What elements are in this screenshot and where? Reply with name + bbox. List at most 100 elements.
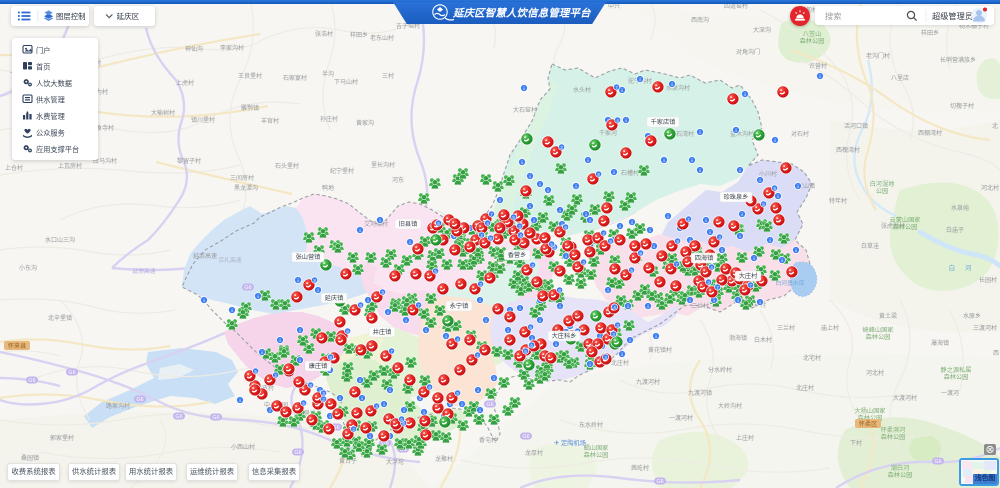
svg-text:桑园镇: 桑园镇 xyxy=(21,454,39,462)
svg-text:艾河浦村: 艾河浦村 xyxy=(364,220,388,228)
svg-text:上庄村: 上庄村 xyxy=(736,434,754,442)
svg-text:白 河: 白 河 xyxy=(949,263,976,272)
svg-text:G6: G6 xyxy=(522,434,529,440)
svg-text:神仙沟: 神仙沟 xyxy=(185,45,203,53)
svg-text:供水管理: 供水管理 xyxy=(36,96,65,105)
svg-text:黄家沟: 黄家沟 xyxy=(356,119,374,127)
svg-text:北辛堡镇: 北辛堡镇 xyxy=(48,314,72,322)
svg-text:旧县镇: 旧县镇 xyxy=(399,220,418,228)
svg-text:蝎山国家: 蝎山国家 xyxy=(584,444,609,452)
svg-text:首页: 首页 xyxy=(36,63,50,72)
svg-text:西棚湾村: 西棚湾村 xyxy=(918,129,942,137)
svg-text:G6: G6 xyxy=(175,414,182,420)
svg-text:井庄镇: 井庄镇 xyxy=(373,328,392,336)
svg-text:四海镇: 四海镇 xyxy=(695,254,714,262)
svg-text:水口山三沟: 水口山三沟 xyxy=(45,236,75,244)
svg-text:石头堡村: 石头堡村 xyxy=(275,162,299,170)
svg-text:上虎村: 上虎村 xyxy=(176,79,194,87)
svg-text:水原乡: 水原乡 xyxy=(963,312,981,320)
svg-text:北: 北 xyxy=(992,122,998,130)
svg-text:半沟: 半沟 xyxy=(322,70,334,78)
svg-text:白庙子: 白庙子 xyxy=(946,226,964,234)
svg-text:京礼高速: 京礼高速 xyxy=(218,256,241,264)
svg-text:公园: 公园 xyxy=(876,188,888,195)
svg-text:三渡河村: 三渡河村 xyxy=(973,324,997,332)
svg-text:G6: G6 xyxy=(136,397,143,403)
svg-text:张浩村: 张浩村 xyxy=(315,30,333,38)
svg-text:李家沟村: 李家沟村 xyxy=(220,44,244,52)
svg-text:里长沟村: 里长沟村 xyxy=(371,161,395,169)
svg-text:八里店: 八里店 xyxy=(891,74,909,82)
svg-text:大石窑村: 大石窑村 xyxy=(513,106,537,114)
svg-text:水头村: 水头村 xyxy=(573,86,591,94)
svg-text:分水岭村: 分水岭村 xyxy=(708,366,732,374)
svg-text:珍珠泉乡: 珍珠泉乡 xyxy=(724,193,749,201)
svg-text:庙上村: 庙上村 xyxy=(821,324,839,332)
svg-text:九渡河村: 九渡河村 xyxy=(636,378,660,386)
svg-text:搜索: 搜索 xyxy=(825,11,841,21)
svg-text:G6: G6 xyxy=(28,378,35,384)
svg-text:路家沟村: 路家沟村 xyxy=(106,402,130,410)
svg-text:森林公园: 森林公园 xyxy=(881,433,906,441)
svg-text:河北村: 河北村 xyxy=(981,184,999,192)
svg-text:石家宴村: 石家宴村 xyxy=(283,74,307,82)
svg-text:森林公园: 森林公园 xyxy=(888,471,913,479)
svg-text:怀柔区: 怀柔区 xyxy=(859,420,878,428)
svg-text:北宅村: 北宅村 xyxy=(803,354,821,362)
svg-text:延崇高速: 延崇高速 xyxy=(193,252,217,260)
svg-text:纪宁堡村: 纪宁堡村 xyxy=(330,167,354,175)
svg-text:下村: 下村 xyxy=(850,439,862,447)
svg-text:白草洼: 白草洼 xyxy=(861,242,879,250)
svg-text:东水岭村: 东水岭村 xyxy=(579,421,603,429)
svg-text:森林公园: 森林公园 xyxy=(866,333,891,341)
svg-text:G6: G6 xyxy=(212,415,219,421)
svg-text:怀来县: 怀来县 xyxy=(8,342,27,350)
svg-text:黎留子村: 黎留子村 xyxy=(177,157,201,165)
svg-text:永宁镇: 永宁镇 xyxy=(450,302,469,310)
svg-text:北庄村: 北庄村 xyxy=(796,384,814,392)
svg-text:老沟门村: 老沟门村 xyxy=(866,52,890,60)
svg-text:水泉峪: 水泉峪 xyxy=(951,204,969,212)
svg-text:公众服务: 公众服务 xyxy=(36,129,65,138)
svg-text:水费管理: 水费管理 xyxy=(36,112,65,121)
svg-text:切槐子村: 切槐子村 xyxy=(950,102,974,110)
svg-text:样田乡: 样田乡 xyxy=(350,31,368,39)
svg-text:小西山村: 小西山村 xyxy=(231,443,255,451)
svg-text:延庆区智慧人饮信息管理平台: 延庆区智慧人饮信息管理平台 xyxy=(452,7,591,20)
svg-text:西槐湾村: 西槐湾村 xyxy=(836,146,860,154)
svg-text:大庄科乡: 大庄科乡 xyxy=(552,332,577,340)
svg-text:云蒙山国家: 云蒙山国家 xyxy=(890,216,921,224)
svg-text:✈ 定陶机场: ✈ 定陶机场 xyxy=(554,438,586,447)
svg-text:千家店镇: 千家店镇 xyxy=(651,118,676,126)
svg-text:门户: 门户 xyxy=(36,46,50,55)
svg-text:崎峰山国家: 崎峰山国家 xyxy=(863,326,894,334)
svg-text:渤海镇: 渤海镇 xyxy=(729,334,747,342)
svg-text:小东沟: 小东沟 xyxy=(19,264,37,272)
svg-text:人饮大数据: 人饮大数据 xyxy=(36,79,72,88)
svg-text:郭家堡村: 郭家堡村 xyxy=(50,434,74,442)
svg-text:香屯村: 香屯村 xyxy=(479,436,497,444)
svg-text:西: 西 xyxy=(993,350,999,357)
svg-text:怀柔滨河: 怀柔滨河 xyxy=(881,426,906,434)
svg-text:静之源私属: 静之源私属 xyxy=(941,366,972,374)
svg-text:应用支撑平台: 应用支撑平台 xyxy=(36,145,79,154)
svg-text:大庄村: 大庄村 xyxy=(739,272,758,280)
svg-text:张山营镇: 张山营镇 xyxy=(296,253,321,261)
svg-text:G6: G6 xyxy=(486,402,493,408)
svg-text:大杨山国家: 大杨山国家 xyxy=(855,407,886,415)
svg-text:潮白河: 潮白河 xyxy=(891,464,910,472)
svg-text:黄花镇村: 黄花镇村 xyxy=(648,346,672,354)
svg-text:九渡河镇: 九渡河镇 xyxy=(688,389,712,397)
svg-text:长哨营满族乡: 长哨营满族乡 xyxy=(940,56,976,64)
svg-text:三兰村: 三兰村 xyxy=(691,302,709,310)
svg-text:G6: G6 xyxy=(294,450,301,456)
svg-text:延庆镇: 延庆镇 xyxy=(325,294,344,302)
svg-text:石槽村: 石槽村 xyxy=(621,169,639,177)
svg-text:大岭沟村: 大岭沟村 xyxy=(718,402,742,410)
svg-text:一渡河村: 一渡河村 xyxy=(669,414,693,422)
svg-text:三间房村: 三间房村 xyxy=(230,174,254,182)
svg-text:龙厚村: 龙厚村 xyxy=(525,449,543,457)
svg-text:八签山: 八签山 xyxy=(803,30,822,38)
svg-text:白木村: 白木村 xyxy=(754,336,772,344)
svg-text:三村: 三村 xyxy=(382,72,394,80)
